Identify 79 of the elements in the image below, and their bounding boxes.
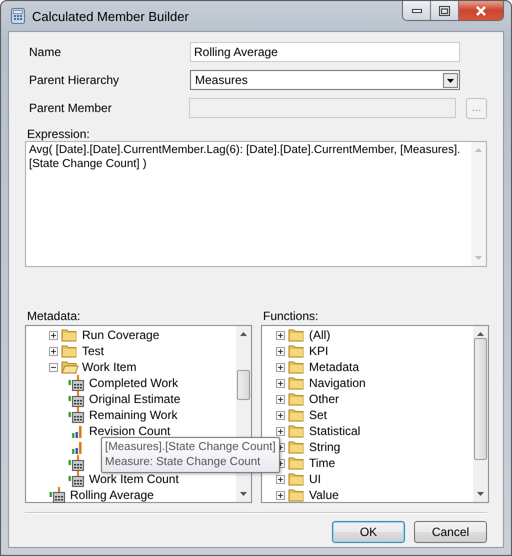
tree-item[interactable]: Rolling Average — [70, 488, 154, 502]
tree-item[interactable]: Test — [82, 344, 104, 358]
tree-item[interactable]: Remaining Work — [89, 408, 178, 422]
scroll-down-icon[interactable] — [477, 492, 484, 496]
expand-icon[interactable] — [276, 410, 285, 420]
maximize-icon — [439, 6, 450, 16]
expand-icon[interactable] — [49, 346, 58, 356]
folder-icon — [288, 344, 306, 358]
tree-item[interactable]: Revision Count — [89, 424, 170, 438]
tree-item[interactable]: Statistical — [309, 424, 360, 438]
ok-button[interactable]: OK — [332, 521, 405, 543]
folder-icon — [288, 424, 306, 438]
folder-icon — [288, 488, 306, 502]
minimize-icon — [412, 8, 422, 12]
folder-icon — [288, 328, 306, 342]
folder-icon — [288, 360, 306, 374]
expand-icon[interactable] — [276, 346, 285, 356]
metadata-label: Metadata: — [26, 309, 82, 323]
expand-icon[interactable] — [276, 378, 285, 388]
expression-label: Expression: — [26, 127, 91, 141]
calculated-measure-icon — [68, 455, 86, 471]
cancel-button[interactable]: Cancel — [414, 521, 487, 543]
minimize-button[interactable] — [403, 1, 431, 20]
field-label: Parent Hierarchy — [28, 73, 120, 87]
tree-item[interactable]: Navigation — [309, 376, 366, 390]
field-label: Name — [28, 45, 62, 59]
tree-item[interactable]: Value — [309, 488, 339, 502]
open-folder-icon — [61, 360, 79, 374]
scroll-thumb[interactable] — [237, 370, 250, 400]
folder-icon — [61, 344, 79, 358]
tree-item[interactable]: Work Item — [82, 360, 136, 374]
scroll-up-icon[interactable] — [477, 332, 484, 336]
tree-item[interactable]: Other — [309, 392, 340, 406]
scrollbar[interactable] — [473, 326, 488, 502]
expand-icon[interactable] — [276, 330, 285, 340]
functions-label: Functions: — [262, 309, 320, 323]
field-label: Parent Member — [28, 101, 113, 115]
tooltip-text: [Measures].[State Change Count] — [105, 440, 276, 455]
expand-icon[interactable] — [49, 330, 58, 340]
scroll-thumb[interactable] — [474, 338, 487, 460]
collapse-icon[interactable] — [49, 362, 58, 372]
calculated-measure-icon — [49, 487, 67, 503]
folder-icon — [288, 376, 306, 390]
tree-item[interactable]: Original Estimate — [89, 392, 180, 406]
tree-item[interactable]: Work Item Count — [89, 472, 179, 486]
scroll-down-icon[interactable] — [240, 492, 247, 496]
hierarchy-dropdown[interactable]: Measures — [190, 70, 460, 90]
tree-item[interactable]: (All) — [309, 328, 330, 342]
calculated-measure-icon — [68, 407, 86, 423]
tree-item[interactable]: UI — [309, 472, 321, 486]
expand-icon[interactable] — [276, 362, 285, 372]
tree-item[interactable]: String — [309, 440, 340, 454]
tooltip-text: Measure: State Change Count — [105, 455, 262, 470]
expand-icon[interactable] — [276, 426, 285, 436]
expand-icon[interactable] — [276, 490, 285, 500]
folder-icon — [288, 392, 306, 406]
folder-icon — [288, 408, 306, 422]
calculator-icon — [11, 8, 25, 24]
folder-icon — [288, 472, 306, 486]
tree-item[interactable]: Time — [309, 456, 336, 470]
tree-item[interactable]: Completed Work — [89, 376, 178, 390]
folder-icon — [61, 328, 79, 342]
close-button[interactable] — [459, 1, 503, 20]
window-title: Calculated Member Builder — [32, 8, 189, 24]
expand-icon[interactable] — [276, 474, 285, 484]
tree-item[interactable]: Run Coverage — [82, 328, 160, 342]
tree-item[interactable]: Set — [309, 408, 328, 422]
maximize-button[interactable] — [431, 1, 459, 20]
calculated-measure-icon — [68, 471, 86, 487]
folder-icon — [288, 440, 306, 454]
name-field[interactable]: Rolling Average — [190, 42, 460, 62]
calculated-measure-icon — [68, 375, 86, 391]
tree-item[interactable]: Metadata — [309, 360, 360, 374]
tree-item[interactable]: KPI — [309, 344, 328, 358]
folder-icon — [288, 456, 306, 470]
calculated-measure-icon — [68, 391, 86, 407]
expand-icon[interactable] — [276, 394, 285, 404]
scroll-up-icon[interactable] — [240, 332, 247, 336]
close-icon — [475, 6, 487, 16]
